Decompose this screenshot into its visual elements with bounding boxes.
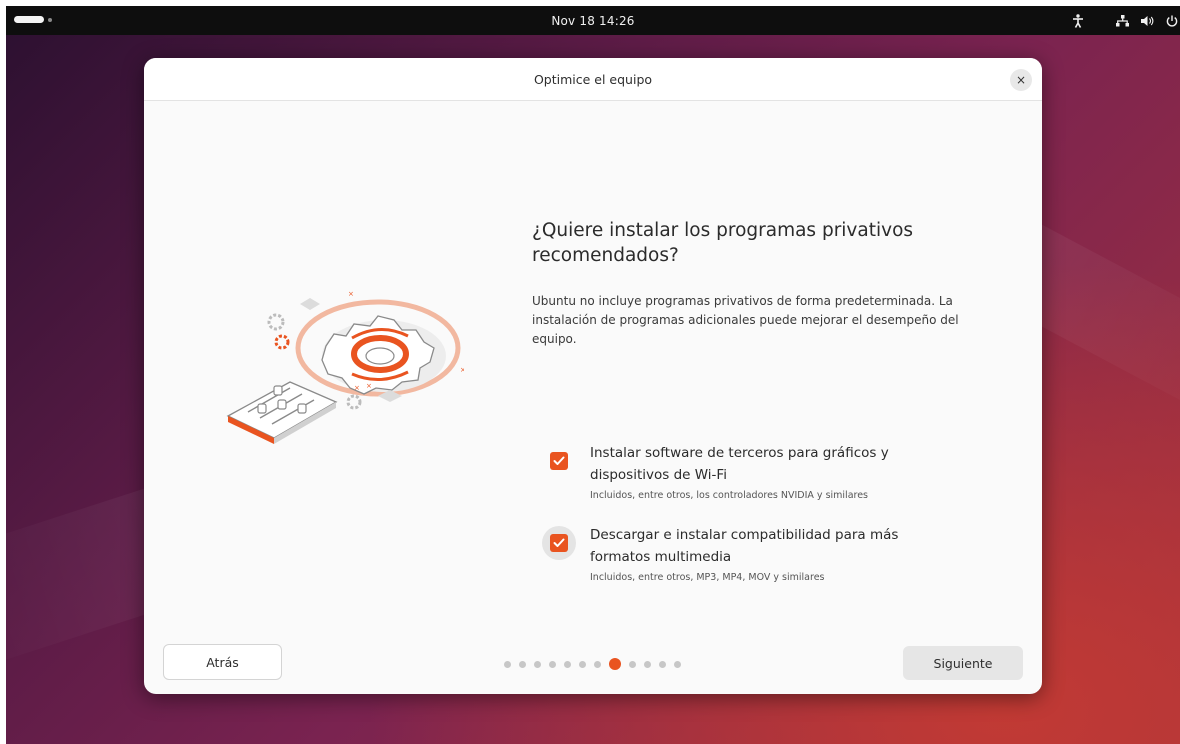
page-dot — [549, 660, 556, 668]
checkbox-container[interactable] — [542, 526, 576, 560]
page-dot — [534, 660, 541, 668]
activities-button[interactable] — [14, 16, 52, 23]
page-dot — [644, 660, 651, 668]
close-button[interactable]: × — [1010, 69, 1032, 91]
volume-icon[interactable] — [1141, 15, 1154, 27]
page-dot — [594, 660, 601, 668]
workspace-indicator — [48, 17, 52, 22]
dialog-header: Optimice el equipo × — [144, 58, 1042, 101]
page-dot — [579, 660, 586, 668]
checkmark-icon — [553, 538, 565, 547]
page-dot — [674, 660, 681, 668]
third-party-checkbox[interactable] — [550, 452, 568, 470]
option-sublabel: Incluidos, entre otros, MP3, MP4, MOV y … — [590, 572, 825, 583]
top-bar: Nov 18 14:26 — [6, 6, 1180, 35]
svg-text:×: × — [460, 366, 464, 374]
network-icon[interactable] — [1116, 14, 1129, 27]
page-indicator — [504, 658, 681, 670]
option-label[interactable]: Instalar software de terceros para gráfi… — [590, 442, 910, 486]
page-heading: ¿Quiere instalar los programas privativo… — [532, 220, 914, 266]
svg-text:×: × — [354, 384, 360, 392]
page-dot — [659, 660, 666, 668]
checkmark-icon — [553, 456, 565, 465]
dialog-title: Optimice el equipo — [533, 71, 653, 87]
installer-dialog: Optimice el equipo × × × × × ¿Quiere ins… — [144, 58, 1042, 694]
option-sublabel: Incluidos, entre otros, los controladore… — [590, 490, 869, 501]
next-button[interactable]: Siguiente — [903, 646, 1023, 680]
svg-text:×: × — [366, 382, 372, 390]
checkbox-container[interactable] — [542, 444, 576, 478]
multimedia-checkbox[interactable] — [550, 534, 568, 552]
page-dot — [629, 660, 636, 668]
page-dot — [504, 660, 511, 668]
option-label[interactable]: Descargar e instalar compatibilidad para… — [590, 524, 910, 568]
workspace-indicator-active — [14, 16, 44, 23]
page-dot-current — [609, 658, 621, 670]
page-dot — [519, 660, 526, 668]
power-icon[interactable] — [1166, 15, 1178, 27]
page-dot — [564, 660, 571, 668]
clock[interactable]: Nov 18 14:26 — [551, 14, 634, 28]
option-third-party-software[interactable]: Instalar software de terceros para gráfi… — [550, 442, 916, 501]
option-multimedia-codecs[interactable]: Descargar e instalar compatibilidad para… — [542, 524, 916, 583]
svg-text:×: × — [348, 290, 354, 298]
back-button[interactable]: Atrás — [163, 644, 282, 680]
software-illustration: × × × × — [224, 286, 466, 446]
page-description: Ubuntu no incluye programas privativos d… — [532, 294, 959, 346]
accessibility-icon[interactable] — [1072, 13, 1084, 28]
system-tray[interactable] — [1072, 6, 1180, 35]
content-panel: ¿Quiere instalar los programas privativo… — [532, 218, 972, 583]
